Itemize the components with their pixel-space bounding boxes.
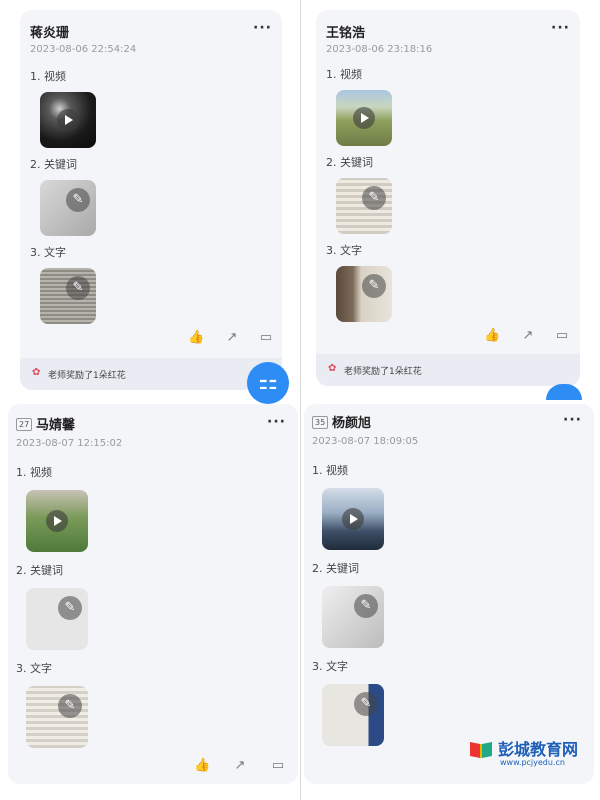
post-card: 27 马婧馨 2023-08-07 12:15:02 ··· 1. 视频 2. …: [8, 404, 298, 784]
more-options-button[interactable]: ···: [551, 20, 570, 36]
section-label-text: 3. 文字: [326, 244, 362, 257]
section-label-keywords: 2. 关键词: [312, 562, 359, 575]
play-icon: [342, 508, 364, 530]
keyword-image-thumbnail[interactable]: ✎: [26, 588, 88, 650]
thumbs-up-icon[interactable]: 👍: [194, 758, 210, 774]
more-options-button[interactable]: ···: [267, 414, 286, 430]
section-label-text: 3. 文字: [30, 246, 66, 259]
post-time: 2023-08-07 18:09:05: [312, 436, 419, 447]
thumbs-up-icon[interactable]: 👍: [484, 328, 500, 344]
reward-text: 老师奖励了1朵红花: [48, 371, 126, 381]
pencil-icon[interactable]: ✎: [66, 188, 90, 212]
post-time: 2023-08-06 22:54:24: [30, 44, 137, 55]
text-image-thumbnail[interactable]: ✎: [336, 266, 392, 322]
student-name: 杨颜旭: [332, 416, 372, 431]
play-icon: [46, 510, 68, 532]
section-label-video: 1. 视频: [16, 466, 52, 479]
more-options-button[interactable]: ···: [563, 412, 582, 428]
keyword-image-thumbnail[interactable]: ✎: [322, 586, 384, 648]
section-label-keywords: 2. 关键词: [16, 564, 63, 577]
section-label-keywords: 2. 关键词: [30, 158, 77, 171]
comment-icon[interactable]: ▭: [258, 330, 274, 346]
grid-menu-icon[interactable]: [546, 384, 582, 400]
reward-bar: ✿ 老师奖励了1朵红花: [316, 354, 580, 386]
section-label-text: 3. 文字: [312, 660, 348, 673]
section-label-text: 3. 文字: [16, 662, 52, 675]
student-name: 马婧馨: [36, 418, 76, 433]
reward-text: 老师奖励了1朵红花: [344, 367, 422, 377]
share-icon[interactable]: ↗: [224, 330, 240, 346]
comment-icon[interactable]: ▭: [554, 328, 570, 344]
thumbs-up-icon[interactable]: 👍: [188, 330, 204, 346]
reward-bar: ✿ 老师奖励了1朵红花: [20, 358, 282, 390]
post-card: 王铭浩 2023-08-06 23:18:16 ··· 1. 视频 2. 关键词…: [316, 10, 580, 386]
flower-icon: ✿: [32, 367, 41, 378]
student-name: 蒋炎珊: [30, 26, 70, 41]
student-name: 王铭浩: [326, 26, 366, 41]
video-thumbnail[interactable]: [40, 92, 96, 148]
post-card: 35 杨颜旭 2023-08-07 18:09:05 ··· 1. 视频 2. …: [304, 404, 594, 784]
student-number-badge: 27: [16, 418, 33, 431]
pencil-icon[interactable]: ✎: [362, 274, 386, 298]
keyword-image-thumbnail[interactable]: ✎: [336, 178, 392, 234]
more-options-button[interactable]: ···: [253, 20, 272, 36]
watermark-url: www.pcjyedu.cn: [500, 758, 565, 767]
action-bar: 👍 ↗ ▭: [188, 330, 278, 348]
post-time: 2023-08-07 12:15:02: [16, 438, 123, 449]
share-icon[interactable]: ↗: [232, 758, 248, 774]
section-label-video: 1. 视频: [30, 70, 66, 83]
section-label-keywords: 2. 关键词: [326, 156, 373, 169]
pencil-icon[interactable]: ✎: [354, 692, 378, 716]
play-icon: [57, 109, 79, 131]
keyword-image-thumbnail[interactable]: ✎: [40, 180, 96, 236]
grid-menu-icon[interactable]: ⚏: [247, 362, 289, 404]
pencil-icon[interactable]: ✎: [58, 596, 82, 620]
pencil-icon[interactable]: ✎: [354, 594, 378, 618]
post-card: 蒋炎珊 2023-08-06 22:54:24 ··· 1. 视频 2. 关键词…: [20, 10, 282, 390]
pencil-icon[interactable]: ✎: [66, 276, 90, 300]
video-thumbnail[interactable]: [26, 490, 88, 552]
section-label-video: 1. 视频: [312, 464, 348, 477]
video-thumbnail[interactable]: [322, 488, 384, 550]
section-label-video: 1. 视频: [326, 68, 362, 81]
action-bar: 👍 ↗ ▭: [484, 328, 574, 346]
watermark-title: 彭城教育网: [498, 740, 579, 759]
text-image-thumbnail[interactable]: ✎: [40, 268, 96, 324]
share-icon[interactable]: ↗: [520, 328, 536, 344]
text-image-thumbnail[interactable]: ✎: [322, 684, 384, 746]
comment-icon[interactable]: ▭: [270, 758, 286, 774]
action-bar: 👍 ↗ ▭: [194, 758, 294, 776]
post-time: 2023-08-06 23:18:16: [326, 44, 433, 55]
divider: [300, 0, 301, 800]
text-image-thumbnail[interactable]: ✎: [26, 686, 88, 748]
video-thumbnail[interactable]: [336, 90, 392, 146]
watermark: 彭城教育网 www.pcjyedu.cn: [468, 736, 596, 776]
play-icon: [353, 107, 375, 129]
pencil-icon[interactable]: ✎: [362, 186, 386, 210]
pencil-icon[interactable]: ✎: [58, 694, 82, 718]
flower-icon: ✿: [328, 363, 337, 374]
student-number-badge: 35: [312, 416, 329, 429]
book-logo-icon: [470, 742, 492, 758]
